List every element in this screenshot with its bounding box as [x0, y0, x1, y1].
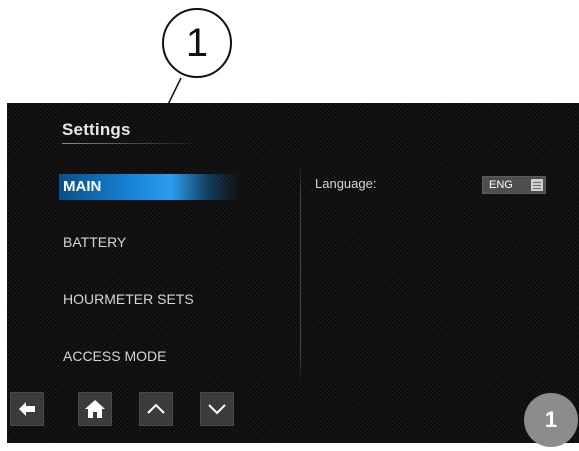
column-divider [300, 163, 301, 383]
scroll-up-button[interactable] [139, 392, 173, 426]
callout-number: 1 [162, 8, 232, 78]
menu-item-battery[interactable]: BATTERY [59, 229, 239, 255]
menu-item-hourmeter-sets[interactable]: HOURMETER SETS [59, 286, 239, 312]
language-select[interactable]: ENG [482, 176, 546, 194]
language-label: Language: [315, 176, 377, 191]
chevron-up-icon [147, 403, 165, 414]
language-value: ENG [489, 179, 513, 191]
title-divider [62, 143, 202, 144]
home-icon [85, 400, 105, 418]
home-button[interactable] [78, 392, 112, 426]
figure-number-badge: 1 [524, 393, 578, 447]
back-arrow-icon [19, 402, 35, 416]
scroll-down-button[interactable] [200, 392, 234, 426]
page-title: Settings [62, 120, 131, 139]
menu-item-access-mode[interactable]: ACCESS MODE [59, 343, 239, 369]
settings-screen: Settings MAIN BATTERY HOURMETER SETS ACC… [7, 103, 579, 443]
list-menu-icon [531, 179, 543, 191]
chevron-down-icon [208, 404, 226, 415]
menu-item-main[interactable]: MAIN [59, 174, 239, 200]
back-button[interactable] [10, 392, 44, 426]
